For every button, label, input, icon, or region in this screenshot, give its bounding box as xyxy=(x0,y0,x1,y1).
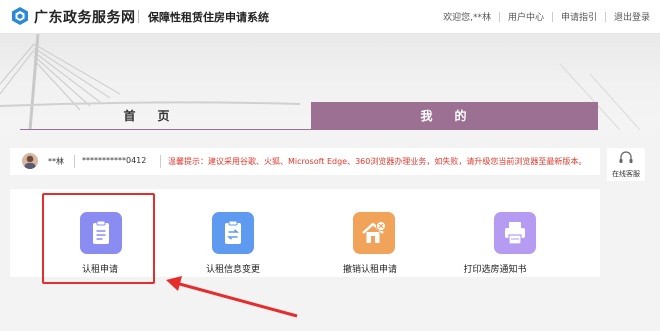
change-rent-info-label: 认租信息变更 xyxy=(205,265,260,275)
user-center-link[interactable]: 用户中心 xyxy=(500,10,552,23)
cancel-rent-button[interactable]: 撤销认租申请 xyxy=(305,189,435,277)
online-service-label: 在线客服 xyxy=(612,170,640,178)
top-links: 欢迎您,**林 用户中心 申请指引 退出登录 xyxy=(435,10,650,23)
system-name: 保障性租赁住房申请系统 xyxy=(148,11,269,24)
avatar-icon xyxy=(24,155,36,169)
gdzwfw-logo-icon xyxy=(12,7,28,25)
user-name: **林 xyxy=(48,157,64,166)
tab-mine[interactable]: 我的 xyxy=(311,102,598,129)
top-bar: 广东政务服务网 保障性租赁住房申请系统 欢迎您,**林 用户中心 申请指引 退出… xyxy=(0,0,660,34)
online-service-button[interactable]: 在线客服 xyxy=(607,148,645,181)
transfer-doc-icon xyxy=(212,212,254,254)
greeting: 欢迎您,**林 xyxy=(443,13,491,23)
highlight-box xyxy=(42,193,155,284)
avatar xyxy=(22,153,38,169)
tab-underline xyxy=(20,129,598,130)
house-cancel-icon xyxy=(353,212,395,254)
divider xyxy=(160,155,161,168)
divider xyxy=(138,10,139,23)
user-info-bar: **林 ***********0412 温馨提示：建议采用谷歌、火狐、Micro… xyxy=(10,148,600,175)
print-notice-button[interactable]: 打印选房通知书 xyxy=(430,189,560,277)
tab-home[interactable]: 首页 xyxy=(20,102,295,129)
print-notice-label: 打印选房通知书 xyxy=(463,265,527,275)
site-name[interactable]: 广东政务服务网 xyxy=(34,7,136,27)
headset-icon xyxy=(619,151,633,163)
printer-icon xyxy=(494,212,536,254)
divider xyxy=(74,155,75,168)
browser-notice: 温馨提示：建议采用谷歌、火狐、Microsoft Edge、360浏览器办理业务… xyxy=(168,157,587,166)
cancel-rent-label: 撤销认租申请 xyxy=(342,265,397,275)
user-id: ***********0412 xyxy=(82,156,147,165)
apply-guide-link[interactable]: 申请指引 xyxy=(553,10,605,23)
logout-link[interactable]: 退出登录 xyxy=(606,10,650,23)
change-rent-info-button[interactable]: 认租信息变更 xyxy=(168,189,298,277)
